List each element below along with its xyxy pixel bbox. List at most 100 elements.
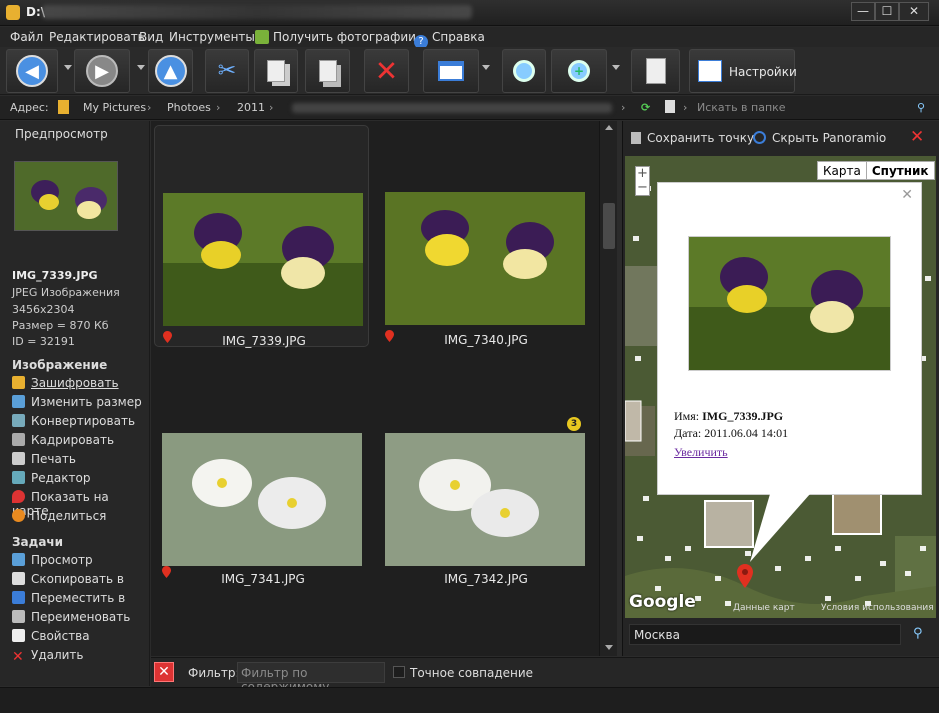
file-size: Размер = 870 Кб <box>12 319 109 332</box>
editor-icon <box>12 471 25 484</box>
thumbnail-grid: IMG_7339.JPG IMG_7340.JPG IMG_7341.JPG 3… <box>151 121 599 656</box>
close-map-icon[interactable]: ✕ <box>910 127 924 147</box>
search-icon[interactable]: ⚲ <box>917 101 925 114</box>
copy-button[interactable] <box>254 49 298 93</box>
popup-date-label: Дата: <box>674 426 702 440</box>
crumb-photoes[interactable]: Photoes <box>167 101 211 114</box>
map-type-switch: Карта Спутник <box>817 161 935 180</box>
rename-icon <box>12 610 25 623</box>
printer-icon <box>12 452 25 465</box>
find-button[interactable] <box>631 49 680 93</box>
filter-input[interactable]: Фильтр по содержимому <box>237 662 385 694</box>
task-rename[interactable]: Переименовать <box>12 610 130 624</box>
google-logo: Google <box>629 592 696 612</box>
photo-thumbnail <box>385 192 585 325</box>
photo-thumbnail <box>385 433 585 566</box>
map-info-popup: ✕ Имя: IMG_7339.JPG Дата: 2011.06.04 14:… <box>657 182 922 495</box>
menu-tools[interactable]: Инструменты <box>169 30 255 44</box>
map-terms-link[interactable]: Условия использования <box>821 603 934 613</box>
save-point-button[interactable]: Сохранить точку <box>631 131 754 145</box>
task-copy-to[interactable]: Скопировать в <box>12 572 124 586</box>
satellite-map[interactable]: + − Карта Спутник ✕ Имя: IMG_7339.JPG Да… <box>625 156 936 618</box>
close-button[interactable]: ✕ <box>899 2 929 21</box>
back-button[interactable]: ◀ <box>6 49 58 93</box>
popup-zoom-link[interactable]: Увеличить <box>674 445 728 460</box>
map-search-input[interactable]: Москва <box>629 624 901 645</box>
grid-item[interactable]: IMG_7341.JPG <box>154 368 364 586</box>
popup-photo[interactable] <box>688 236 891 371</box>
action-print[interactable]: Печать <box>12 452 76 466</box>
back-dropdown-icon[interactable] <box>64 65 72 70</box>
crumb-2011[interactable]: 2011 <box>237 101 265 114</box>
map-marker-icon[interactable] <box>737 564 753 588</box>
forward-dropdown-icon[interactable] <box>137 65 145 70</box>
menu-get-photos[interactable]: Получить фотографии <box>255 30 416 44</box>
grid-item[interactable]: IMG_7340.JPG <box>377 125 587 347</box>
address-label: Адрес: <box>10 101 49 114</box>
cut-button[interactable]: ✂ <box>205 49 249 93</box>
map-zoom-out-icon[interactable]: − <box>636 181 649 195</box>
image-section-title: Изображение <box>12 358 108 372</box>
lock-icon <box>12 376 25 389</box>
popup-date-value: 2011.06.04 14:01 <box>704 426 789 440</box>
menu-view[interactable]: Вид <box>139 30 163 44</box>
hide-panoramio-button[interactable]: Скрыть Panoramio <box>753 131 886 145</box>
zoom-out-button[interactable] <box>502 49 546 93</box>
task-move-to[interactable]: Переместить в <box>12 591 125 605</box>
tab-satellite[interactable]: Спутник <box>867 162 934 179</box>
grid-scrollbar[interactable] <box>599 121 617 656</box>
forward-button[interactable]: ▶ <box>74 49 130 93</box>
paste-icon <box>318 60 337 82</box>
menu-edit[interactable]: Редактировать <box>49 30 145 44</box>
up-button[interactable]: ▲ <box>148 49 193 93</box>
scroll-up-icon[interactable] <box>605 125 613 130</box>
paste-button[interactable] <box>305 49 350 93</box>
exact-match-checkbox[interactable] <box>393 666 405 678</box>
back-arrow-icon: ◀ <box>16 55 48 87</box>
share-icon <box>12 509 25 522</box>
view-dropdown-icon[interactable] <box>482 65 490 70</box>
action-label: Зашифровать <box>31 376 119 390</box>
action-resize[interactable]: Изменить размер <box>12 395 142 409</box>
popup-close-icon[interactable]: ✕ <box>901 187 913 203</box>
minimize-button[interactable]: — <box>851 2 875 21</box>
delete-button[interactable]: ✕ <box>364 49 409 93</box>
maximize-button[interactable]: ☐ <box>875 2 899 21</box>
task-delete[interactable]: ✕ Удалить <box>12 648 84 664</box>
camera-icon <box>255 30 269 44</box>
crumb-my-pictures[interactable]: My Pictures <box>83 101 146 114</box>
preview-thumbnail[interactable] <box>14 161 118 231</box>
scroll-down-icon[interactable] <box>605 645 613 650</box>
action-label: Редактор <box>31 471 91 485</box>
view-icon <box>12 553 25 566</box>
grid-item[interactable]: IMG_7339.JPG <box>154 125 369 348</box>
clear-filter-icon[interactable]: ✕ <box>154 662 174 682</box>
view-mode-button[interactable] <box>423 49 479 93</box>
action-share[interactable]: Поделиться <box>12 509 106 523</box>
menu-file[interactable]: Файл <box>10 30 43 44</box>
grid-item[interactable]: 3 IMG_7342.JPG <box>377 368 587 586</box>
search-folder-input[interactable]: Искать в папке <box>697 101 786 114</box>
menu-get-photos-label: Получить фотографии <box>273 30 416 44</box>
zoom-in-button[interactable]: + <box>551 49 607 93</box>
zoom-dropdown-icon[interactable] <box>612 65 620 70</box>
tab-map[interactable]: Карта <box>818 162 867 179</box>
preview-title: Предпросмотр <box>15 127 108 141</box>
task-view[interactable]: Просмотр <box>12 553 93 567</box>
action-convert[interactable]: Конвертировать <box>12 414 135 428</box>
copy-to-icon <box>12 572 25 585</box>
properties-icon <box>12 629 25 642</box>
scroll-thumb[interactable] <box>603 203 615 249</box>
action-crop[interactable]: Кадрировать <box>12 433 114 447</box>
action-encrypt[interactable]: Зашифровать <box>12 376 119 390</box>
refresh-icon[interactable]: ⟳ <box>641 101 650 114</box>
map-zoom-in-icon[interactable]: + <box>636 167 649 181</box>
action-label: Удалить <box>31 648 84 662</box>
tasks-section-title: Задачи <box>12 535 64 549</box>
action-editor[interactable]: Редактор <box>12 471 90 485</box>
map-search-icon[interactable]: ⚲ <box>913 626 923 641</box>
zoom-control[interactable]: + − <box>635 166 650 196</box>
task-properties[interactable]: Свойства <box>12 629 90 643</box>
photo-caption: IMG_7340.JPG <box>444 333 528 347</box>
settings-button[interactable]: Настройки <box>689 49 797 93</box>
